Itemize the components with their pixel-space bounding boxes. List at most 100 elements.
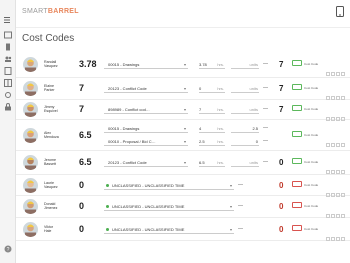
chevron-down-icon[interactable]: ▾ — [184, 159, 186, 166]
status-badge[interactable] — [292, 105, 302, 111]
avatar — [23, 57, 38, 72]
chevron-down-icon[interactable]: ▾ — [230, 203, 232, 210]
cost-code-label: Cost Code — [304, 86, 319, 90]
checkbox[interactable] — [326, 237, 330, 241]
device-icon[interactable] — [4, 43, 12, 51]
cost-code-select[interactable]: 00010 - Proposal / Bid C… ▾ — [104, 138, 188, 146]
units-input[interactable]: 2.5 — [231, 125, 259, 133]
checkbox[interactable] — [336, 170, 340, 174]
hours-unit-label: hrs. — [217, 139, 224, 144]
grid-icon[interactable] — [4, 79, 12, 87]
hours-input[interactable]: 6.5 hrs. — [199, 159, 225, 167]
help-icon[interactable]: ? — [4, 240, 12, 253]
avatar-photo — [23, 222, 38, 237]
menu-icon[interactable] — [4, 16, 12, 24]
table-row: Jimmy Esquivel 7 898989 - Conflict cod… ▾ 7 h… — [16, 100, 350, 121]
total-hours: 0 — [79, 224, 85, 234]
checkbox-group[interactable] — [326, 63, 346, 76]
cost-code-select[interactable]: 20123 - Conflict Code ▾ — [104, 159, 188, 167]
cost-code-select[interactable]: UNCLASSIFIED - UNCLASSIFIED TIME ▾ — [104, 203, 234, 211]
document-icon[interactable] — [4, 67, 12, 75]
table-row: Elaine Parker 7 20123 - Conflict Code ▾ 0 hrs… — [16, 78, 350, 100]
checkbox-group[interactable] — [326, 108, 346, 121]
cost-code-select[interactable]: 00015 - Drawings ▾ — [104, 61, 188, 69]
checkbox-group[interactable] — [326, 87, 346, 100]
checkbox[interactable] — [336, 72, 340, 76]
status-badge[interactable] — [292, 181, 302, 187]
total-hours: 6.5 — [79, 130, 92, 140]
cost-code-select[interactable]: 898989 - Conflict cod… ▾ — [104, 106, 188, 114]
avatar — [23, 199, 38, 214]
approved-total: 0 — [279, 158, 284, 167]
checkbox[interactable] — [331, 170, 335, 174]
phone-icon[interactable] — [336, 4, 344, 17]
cost-code-label: Cost Code — [304, 160, 319, 164]
checkbox[interactable] — [326, 170, 330, 174]
chevron-down-icon[interactable]: ▾ — [184, 125, 186, 132]
cost-code-label: Cost Code — [304, 107, 319, 111]
hours-unit-label: hrs. — [217, 126, 224, 131]
total-hours: 7 — [79, 83, 85, 93]
hours-input[interactable]: 2.5 hrs. — [199, 138, 225, 146]
units-input[interactable]: units — [231, 159, 259, 167]
avatar — [23, 222, 38, 237]
avatar-photo — [23, 155, 38, 170]
status-badge[interactable] — [292, 84, 302, 90]
total-hours: 6.5 — [79, 157, 92, 167]
checkbox[interactable] — [336, 237, 340, 241]
status-badge[interactable] — [292, 158, 302, 164]
checkbox[interactable] — [341, 143, 345, 147]
status-badge[interactable] — [292, 202, 302, 208]
checkbox[interactable] — [331, 237, 335, 241]
users-icon[interactable] — [4, 55, 12, 63]
cost-code-select[interactable]: 00015 - Drawings ▾ — [104, 125, 188, 133]
cost-code-select[interactable]: 20123 - Conflict Code ▾ — [104, 85, 188, 93]
checkbox[interactable] — [326, 143, 330, 147]
status-badge[interactable] — [292, 131, 302, 137]
table-row: Jerome Bassett 6.5 20123 - Conflict Code ▾ 6… — [16, 151, 350, 175]
cost-code-label: Cost Code — [304, 227, 319, 231]
calendar-icon[interactable] — [4, 31, 12, 39]
lock-icon[interactable] — [4, 103, 12, 111]
checkbox-group[interactable] — [326, 205, 346, 218]
units-input[interactable]: units — [231, 106, 259, 114]
checkbox-group[interactable] — [326, 134, 346, 147]
checkbox[interactable] — [341, 170, 345, 174]
hours-input[interactable]: 0 hrs. — [199, 85, 225, 93]
chevron-down-icon[interactable]: ▾ — [184, 85, 186, 92]
chevron-down-icon[interactable]: ▾ — [184, 138, 186, 145]
chevron-down-icon[interactable]: ▾ — [230, 182, 232, 189]
table-row: Alex Mendoza 6.5 00015 - Drawings ▾ 4 hrs. 2.5… — [16, 120, 350, 151]
hours-input[interactable]: 4 hrs. — [199, 125, 225, 133]
hours-unit-label: hrs. — [217, 62, 224, 67]
status-badge[interactable] — [292, 225, 302, 231]
hours-input[interactable]: 3.78 hrs. — [199, 61, 225, 69]
chevron-down-icon[interactable]: ▾ — [230, 226, 232, 233]
checkbox-group[interactable] — [326, 161, 346, 174]
cost-code-label: Cost Code — [304, 133, 319, 137]
status-badge[interactable] — [292, 60, 302, 66]
checkbox[interactable] — [341, 72, 345, 76]
units-input[interactable]: units — [231, 61, 259, 69]
settings-icon[interactable] — [4, 91, 12, 99]
chevron-down-icon[interactable]: ▾ — [184, 106, 186, 113]
avatar — [23, 102, 38, 117]
checkbox-group[interactable] — [326, 228, 346, 241]
approved-total: 0 — [279, 181, 284, 190]
checkbox[interactable] — [326, 72, 330, 76]
checkbox[interactable] — [336, 143, 340, 147]
hours-input[interactable]: 7 hrs. — [199, 106, 225, 114]
table-row: Donald Jimenez 0 UNCLASSIFIED - UNCLASSIFI… — [16, 196, 350, 218]
checkbox[interactable] — [331, 143, 335, 147]
units-input[interactable]: 0 — [231, 138, 259, 146]
table-row: Randall Vasquez 3.78 00015 - Drawings ▾ 3.78… — [16, 52, 350, 78]
checkbox[interactable] — [331, 72, 335, 76]
units-input[interactable]: units — [231, 85, 259, 93]
checkbox-group[interactable] — [326, 184, 346, 197]
avatar-photo — [23, 178, 38, 193]
employee-name: Viktor Hale — [44, 225, 54, 234]
cost-code-select[interactable]: UNCLASSIFIED - UNCLASSIFIED TIME ▾ — [104, 226, 234, 234]
checkbox[interactable] — [341, 237, 345, 241]
cost-code-select[interactable]: UNCLASSIFIED - UNCLASSIFIED TIME ▾ — [104, 182, 234, 190]
chevron-down-icon[interactable]: ▾ — [184, 61, 186, 68]
